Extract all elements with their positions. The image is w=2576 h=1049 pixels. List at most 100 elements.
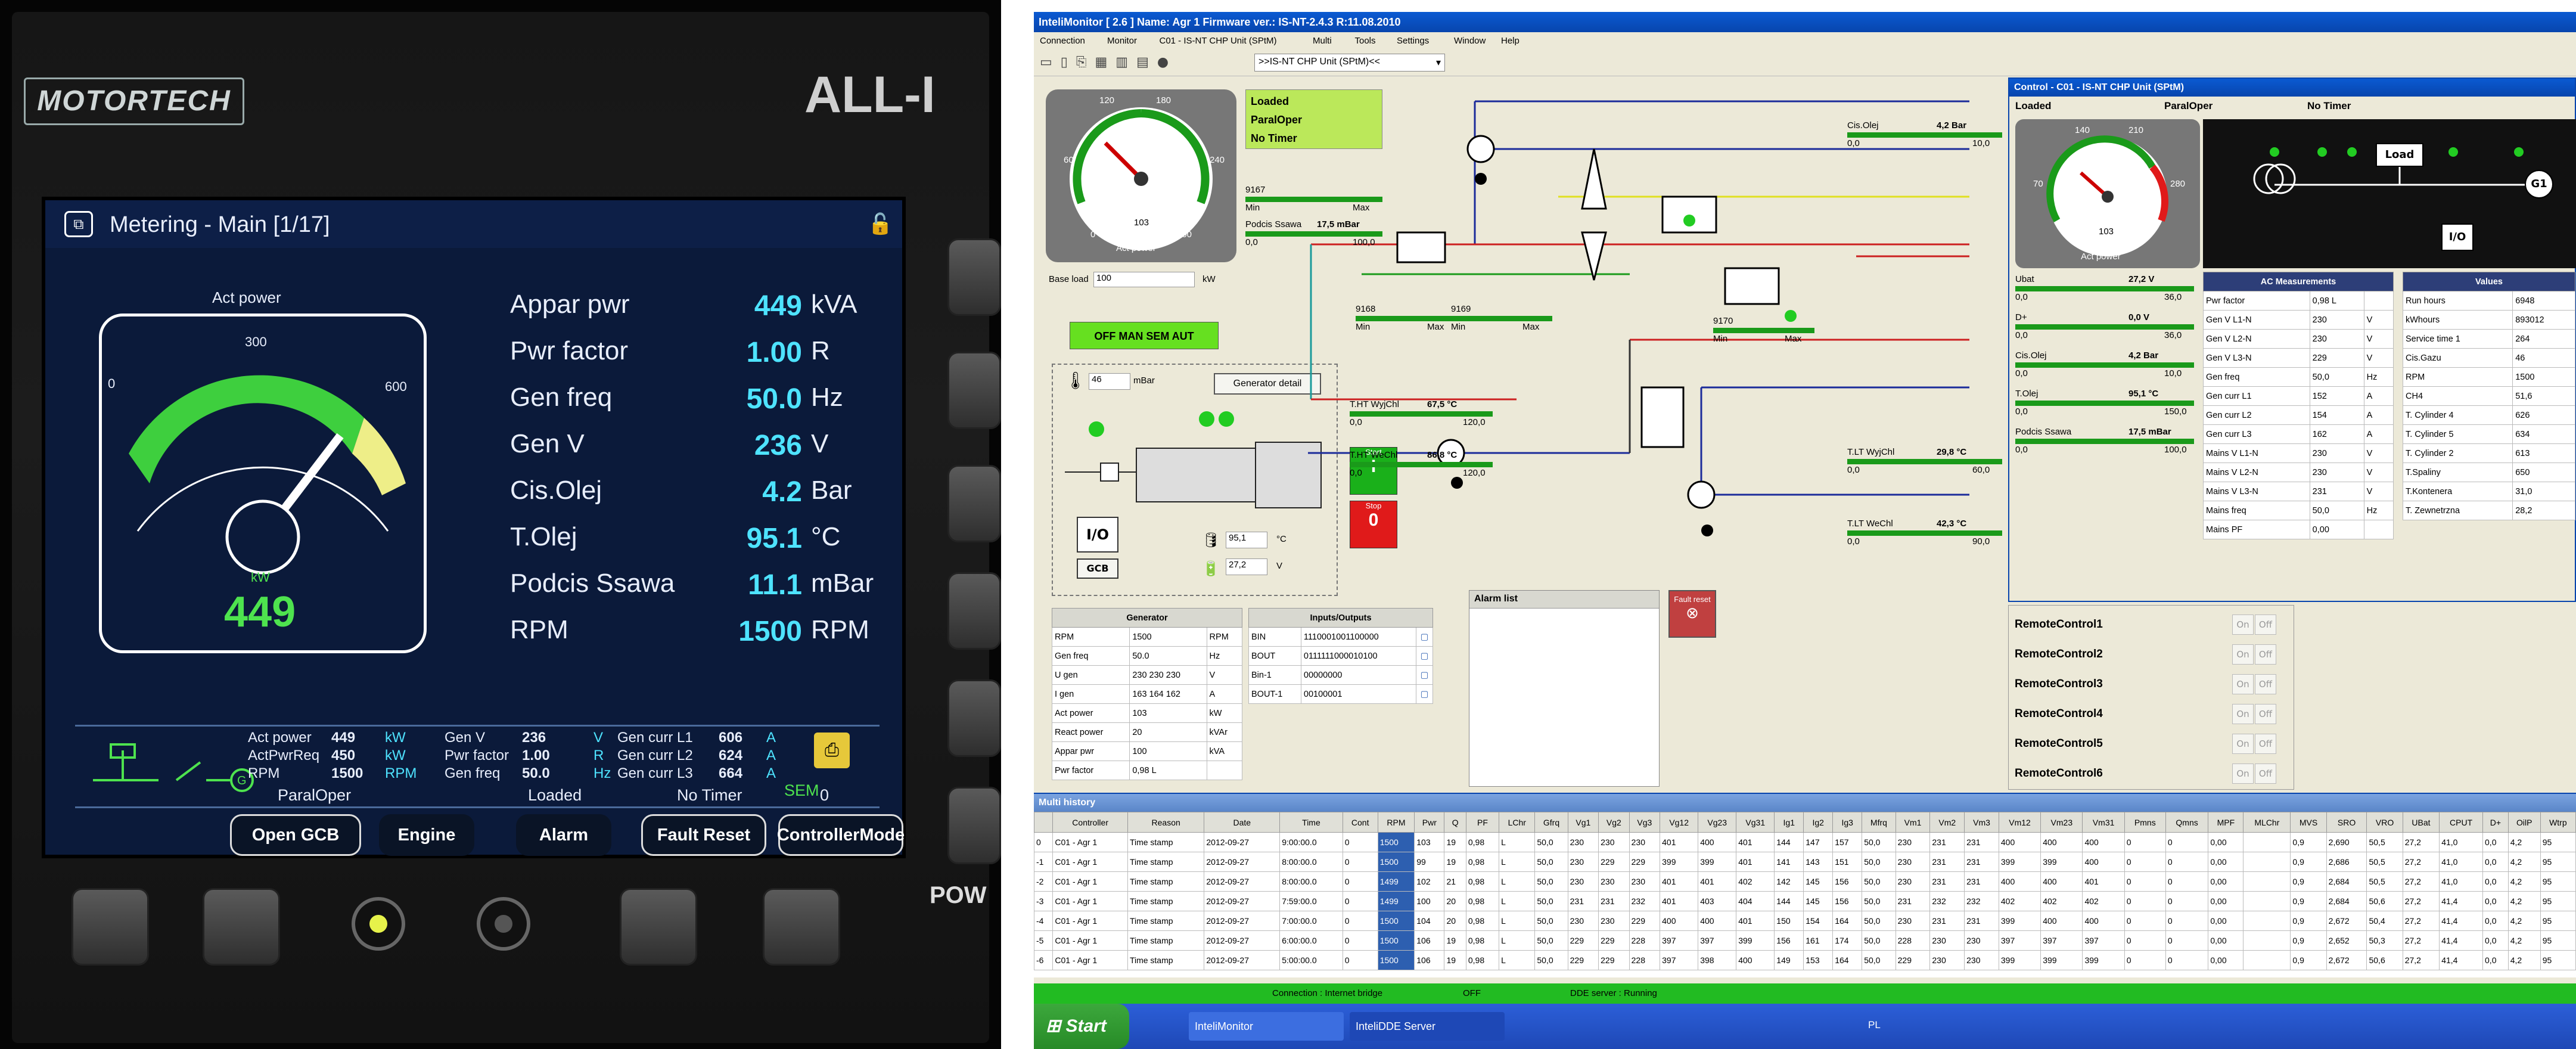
history-row[interactable]: -2 C01 - Agr 1 Time stamp 2012-09-27 8:00:00…	[1034, 871, 2576, 892]
history-col-header[interactable]: CPUT	[2439, 812, 2484, 833]
taskbar-item-intelimonitor[interactable]: InteliMonitor	[1189, 1012, 1344, 1041]
side-key[interactable]	[947, 679, 1001, 757]
front-key[interactable]	[203, 888, 280, 966]
side-key[interactable]	[947, 572, 1001, 650]
history-row[interactable]: -1 C01 - Agr 1 Time stamp 2012-09-27 8:00:00…	[1034, 852, 2576, 872]
remote-off-button[interactable]: Off	[2255, 764, 2276, 784]
softkey-open-gcb[interactable]: Open GCB	[230, 814, 361, 856]
remote-off-button[interactable]: Off	[2255, 734, 2276, 754]
remote-off-button[interactable]: Off	[2255, 614, 2276, 635]
menu-item[interactable]: Tools	[1355, 36, 1376, 46]
softkey-fault-reset[interactable]: Fault Reset	[641, 814, 766, 856]
start-menu-button[interactable]: ⊞ Start	[1034, 1004, 1129, 1049]
history-col-header[interactable]: Pmns	[2124, 812, 2166, 833]
io-detail-icon[interactable]: ▢	[1416, 646, 1433, 666]
chevron-down-icon[interactable]: ▾	[1436, 57, 1441, 69]
mode-button[interactable]: OFF MAN SEM AUT	[1070, 322, 1219, 349]
menu-item[interactable]: C01 - IS-NT CHP Unit (SPtM)	[1160, 36, 1277, 46]
history-col-header[interactable]: SRO	[2326, 812, 2367, 833]
history-col-header[interactable]: Gfrq	[1534, 812, 1568, 833]
front-key[interactable]	[763, 888, 840, 966]
base-load-input[interactable]: 100	[1093, 272, 1195, 287]
history-col-header[interactable]: Controller	[1052, 812, 1128, 833]
remote-off-button[interactable]: Off	[2255, 644, 2276, 665]
history-col-header[interactable]: Vm31	[2082, 812, 2125, 833]
front-key[interactable]	[620, 888, 697, 966]
history-col-header[interactable]: Time	[1279, 812, 1343, 833]
remote-off-button[interactable]: Off	[2255, 674, 2276, 694]
menu-item[interactable]: Monitor	[1107, 36, 1137, 46]
history-col-header[interactable]: Vm23	[2040, 812, 2083, 833]
side-key[interactable]	[947, 465, 1001, 542]
history-col-header[interactable]: Mfrq	[1862, 812, 1896, 833]
history-col-header[interactable]: D+	[2482, 812, 2509, 833]
history-col-header[interactable]: MLChr	[2243, 812, 2291, 833]
history-col-header[interactable]: Vm3	[1964, 812, 1999, 833]
menu-item[interactable]: Multi	[1313, 36, 1332, 46]
alarm-list[interactable]: Alarm list	[1469, 590, 1660, 787]
toolbar-icons[interactable]: ▭▯⎘▦▥▤●	[1040, 55, 1177, 70]
history-row[interactable]: -6 C01 - Agr 1 Time stamp 2012-09-27 5:00:00…	[1034, 950, 2576, 970]
io-detail-icon[interactable]: ▢	[1416, 684, 1433, 704]
unit-selector[interactable]: >>IS-NT CHP Unit (SPtM)<< ▾	[1254, 54, 1445, 72]
remote-on-button[interactable]: On	[2232, 764, 2254, 784]
io-button[interactable]: I/O	[1077, 517, 1118, 553]
control-io-button[interactable]: I/O	[2441, 224, 2474, 251]
history-col-header[interactable]: RPM	[1377, 812, 1415, 833]
softkey-engine[interactable]: Engine	[379, 814, 474, 856]
history-col-header[interactable]: Wtrp	[2540, 812, 2576, 833]
history-col-header[interactable]: Vm2	[1929, 812, 1965, 833]
softkey-alarm[interactable]: Alarm	[516, 814, 611, 856]
history-col-header[interactable]: Vm1	[1895, 812, 1931, 833]
menu-item[interactable]: Help	[1501, 36, 1520, 46]
history-col-header[interactable]: Qmns	[2165, 812, 2209, 833]
menu-item[interactable]: Connection	[1040, 36, 1085, 46]
history-col-header[interactable]: Date	[1204, 812, 1281, 833]
history-col-header[interactable]: Q	[1444, 812, 1466, 833]
history-col-header[interactable]: Vm12	[1998, 812, 2041, 833]
history-col-header[interactable]: Ig2	[1803, 812, 1834, 833]
gcb-button[interactable]: GCB	[1077, 558, 1118, 579]
front-key[interactable]	[72, 888, 149, 966]
history-col-header[interactable]: Reason	[1127, 812, 1205, 833]
language-indicator[interactable]: PL	[1868, 1019, 1881, 1031]
history-col-header[interactable]: Vg1	[1567, 812, 1599, 833]
menu-item[interactable]: Window	[1454, 36, 1486, 46]
remote-on-button[interactable]: On	[2232, 644, 2254, 665]
history-row[interactable]: -3 C01 - Agr 1 Time stamp 2012-09-27 7:59:00…	[1034, 891, 2576, 911]
history-row[interactable]: -4 C01 - Agr 1 Time stamp 2012-09-27 7:00:00…	[1034, 911, 2576, 931]
history-col-header[interactable]: Vg31	[1736, 812, 1775, 833]
remote-on-button[interactable]: On	[2232, 734, 2254, 754]
history-col-header[interactable]: Ig1	[1774, 812, 1804, 833]
history-col-header[interactable]: Vg12	[1660, 812, 1699, 833]
history-row[interactable]: -5 C01 - Agr 1 Time stamp 2012-09-27 6:00:00…	[1034, 930, 2576, 951]
history-col-header[interactable]: PF	[1465, 812, 1500, 833]
remote-on-button[interactable]: On	[2232, 704, 2254, 724]
history-row[interactable]: 0 C01 - Agr 1 Time stamp 2012-09-27 9:00:00.…	[1034, 832, 2576, 852]
history-col-header[interactable]: Ig3	[1832, 812, 1863, 833]
remote-on-button[interactable]: On	[2232, 674, 2254, 694]
history-col-header[interactable]: VRO	[2366, 812, 2403, 833]
history-col-header[interactable]: Cont	[1342, 812, 1378, 833]
side-key[interactable]	[947, 352, 1001, 429]
softkey-controllermode[interactable]: ControllerMode	[777, 814, 905, 856]
history-col-header[interactable]: LChr	[1499, 812, 1536, 833]
history-col-header[interactable]: Vg23	[1698, 812, 1737, 833]
history-col-header[interactable]: UBat	[2402, 812, 2440, 833]
menu-item[interactable]: Settings	[1397, 36, 1429, 46]
history-col-header[interactable]: MPF	[2208, 812, 2244, 833]
stop-button[interactable]: Stop 0	[1350, 501, 1397, 548]
taskbar-item-dde[interactable]: InteliDDE Server	[1350, 1012, 1505, 1041]
history-col-header[interactable]: Vg2	[1598, 812, 1630, 833]
history-col-header[interactable]: OilP	[2507, 812, 2541, 833]
history-col-header[interactable]: MVS	[2290, 812, 2327, 833]
history-col-header[interactable]: Pwr	[1414, 812, 1445, 833]
remote-off-button[interactable]: Off	[2255, 704, 2276, 724]
side-key[interactable]	[947, 787, 1001, 864]
io-detail-icon[interactable]: ▢	[1416, 665, 1433, 685]
io-detail-icon[interactable]: ▢	[1416, 627, 1433, 647]
history-col-header[interactable]: Vg3	[1629, 812, 1661, 833]
side-key[interactable]	[947, 238, 1001, 316]
remote-on-button[interactable]: On	[2232, 614, 2254, 635]
history-table[interactable]: Controller Reason Date Time Cont RPM Pwr Q PF LCh…	[1034, 812, 2576, 970]
